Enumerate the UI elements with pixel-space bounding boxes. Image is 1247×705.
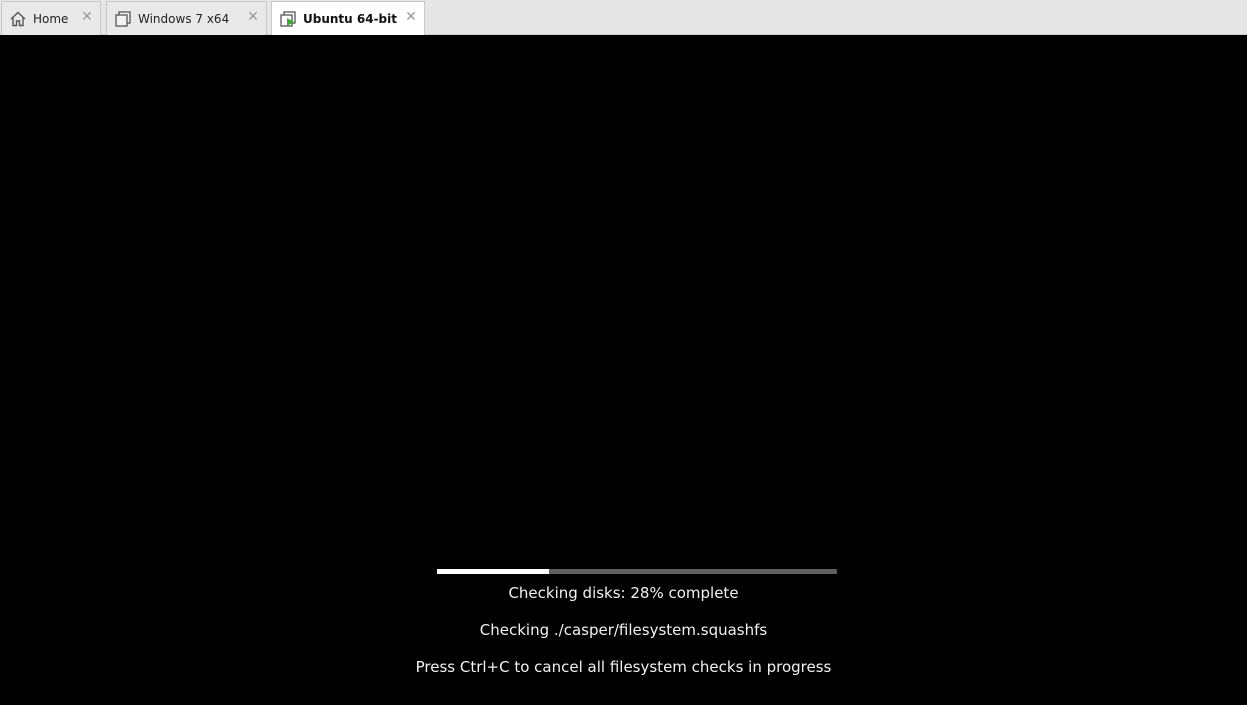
tab-bar: Home ✕ Windows 7 x64 ✕ Ubuntu 64-bit ✕: [0, 0, 1247, 36]
vm-running-icon: [279, 10, 297, 28]
tab-ubuntu-64-bit-label: Ubuntu 64-bit: [303, 12, 397, 26]
disk-check-status-text: Checking disks: 28% complete: [508, 584, 739, 602]
disk-check-progress-bar: [437, 569, 837, 574]
home-icon: [9, 10, 27, 28]
tab-windows-7-x64[interactable]: Windows 7 x64 ✕: [106, 1, 267, 35]
vm-console-screen[interactable]: [0, 35, 1247, 705]
disk-check-progress-fill: [437, 569, 549, 574]
tab-home-close-icon[interactable]: ✕: [80, 10, 94, 24]
tab-windows-7-x64-close-icon[interactable]: ✕: [246, 10, 260, 24]
vm-icon: [114, 10, 132, 28]
tab-windows-7-x64-label: Windows 7 x64: [138, 12, 230, 26]
checking-file-text: Checking ./casper/filesystem.squashfs: [479, 621, 768, 639]
tab-home-label: Home: [33, 12, 69, 26]
tab-ubuntu-64-bit-close-icon[interactable]: ✕: [404, 10, 418, 24]
tab-ubuntu-64-bit[interactable]: Ubuntu 64-bit ✕: [271, 1, 425, 36]
cancel-hint-text: Press Ctrl+C to cancel all filesystem ch…: [415, 658, 832, 676]
tab-home[interactable]: Home ✕: [1, 1, 101, 35]
